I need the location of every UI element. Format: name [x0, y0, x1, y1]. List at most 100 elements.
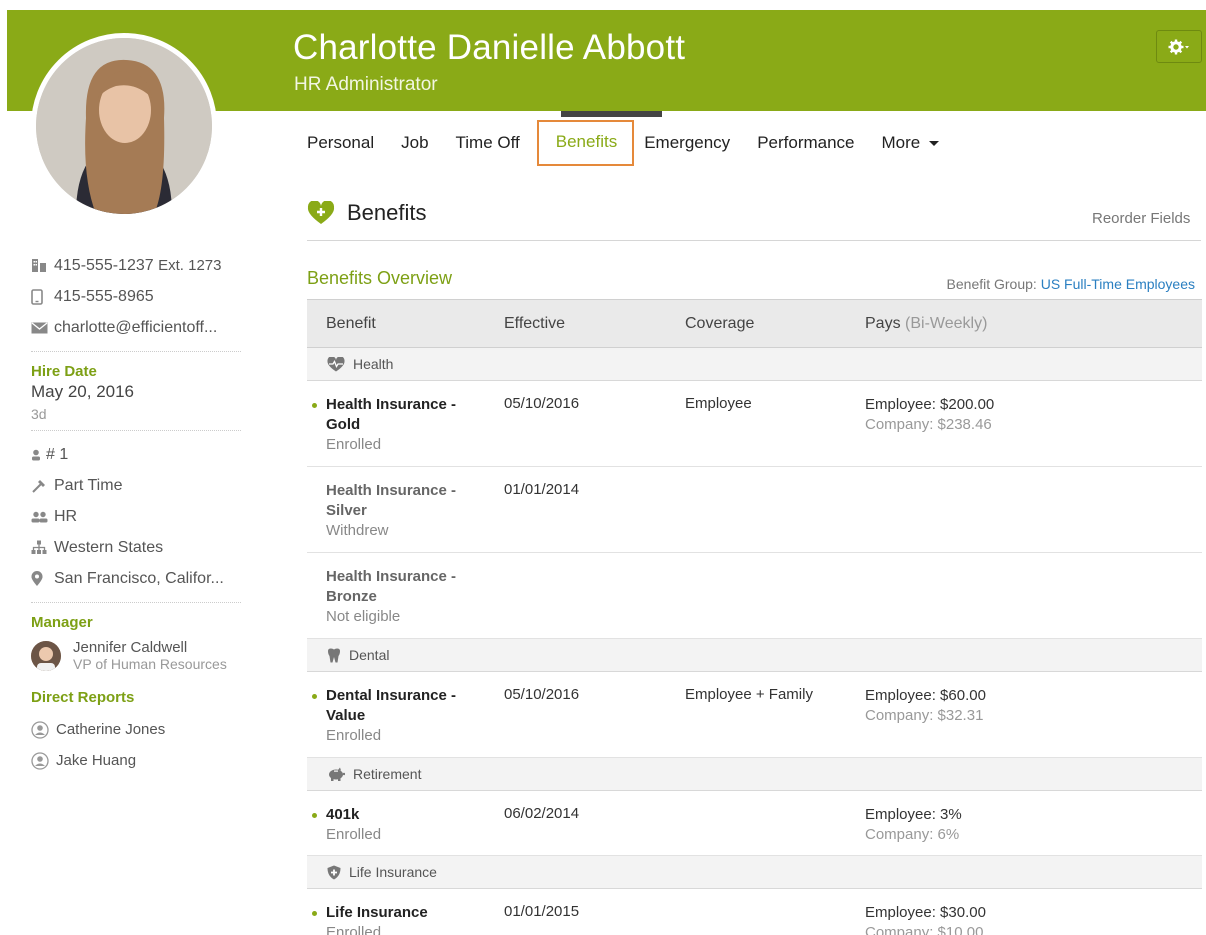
effective-date: 06/02/2014	[504, 805, 580, 822]
employee-number-value: # 1	[46, 445, 69, 463]
work-phone-number: 415-555-1237	[54, 256, 154, 274]
effective-date: 05/10/2016	[504, 686, 580, 703]
table-header: Benefit Effective Coverage Pays (Bi-Week…	[307, 299, 1202, 348]
company-pays: Company: 6%	[865, 826, 960, 843]
table-row[interactable]: Dental Insurance - Value Enrolled 05/10/2…	[307, 672, 1202, 758]
coverage: Employee	[685, 395, 752, 412]
reorder-fields-link[interactable]: Reorder Fields	[1092, 210, 1190, 227]
direct-report[interactable]: Catherine Jones	[31, 714, 241, 745]
divider	[307, 240, 1201, 241]
hammer-icon	[31, 478, 51, 494]
direct-reports-label: Direct Reports	[31, 688, 135, 706]
employment-type-value: Part Time	[54, 476, 123, 494]
division: Western States	[31, 532, 241, 563]
envelope-icon	[31, 321, 51, 334]
benefit-group-link[interactable]: US Full-Time Employees	[1041, 276, 1195, 292]
benefit-name: 401k	[326, 806, 360, 823]
category-name: Retirement	[353, 766, 422, 782]
tab-more-label: More	[881, 133, 921, 152]
divider	[31, 602, 241, 603]
building-icon	[31, 258, 51, 273]
header-benefit: Benefit	[326, 314, 376, 332]
benefit-name: Health Insurance - Gold	[326, 396, 457, 433]
company-pays: Company: $10.00	[865, 924, 984, 935]
tab-emergency[interactable]: Emergency	[634, 120, 747, 166]
category-name: Life Insurance	[349, 864, 437, 880]
people-icon	[31, 511, 51, 523]
benefit-status: Enrolled	[326, 924, 382, 935]
enrolled-dot	[312, 813, 317, 818]
effective-date: 01/01/2015	[504, 903, 580, 920]
effective-date: 05/10/2016	[504, 395, 580, 412]
employee-pays: Employee: 3%	[865, 806, 962, 823]
header-pays: Pays (Bi-Weekly)	[865, 315, 987, 333]
hire-date-label: Hire Date	[31, 362, 97, 380]
manager-card[interactable]: Jennifer Caldwell VP of Human Resources	[31, 639, 241, 672]
category-life-insurance: Life Insurance	[307, 856, 1202, 889]
benefit-group: Benefit Group: US Full-Time Employees	[947, 276, 1195, 292]
piggy-bank-icon	[329, 767, 345, 781]
enrolled-dot	[312, 911, 317, 916]
work-phone: 415-555-1237 Ext. 1273	[31, 250, 241, 281]
mobile-phone-icon	[31, 288, 51, 305]
employee-role: HR Administrator	[294, 74, 438, 95]
shield-plus-icon	[327, 865, 341, 879]
profile-sidebar: 415-555-1237 Ext. 1273 415-555-8965 char…	[31, 250, 241, 776]
avatar	[31, 33, 217, 219]
employee-name: Charlotte Danielle Abbott	[293, 28, 686, 67]
divider	[31, 351, 241, 352]
table-row[interactable]: 401k Enrolled 06/02/2014 Employee: 3% Co…	[307, 791, 1202, 856]
benefit-group-label: Benefit Group:	[946, 276, 1037, 292]
table-row[interactable]: Health Insurance - Silver Withdrew 01/01/…	[307, 467, 1202, 553]
table-row[interactable]: Life Insurance Enrolled 01/01/2015 Emplo…	[307, 889, 1202, 935]
person-icon	[31, 449, 43, 461]
tab-job[interactable]: Job	[391, 120, 445, 166]
settings-button[interactable]	[1156, 30, 1202, 63]
header-effective: Effective	[504, 314, 566, 332]
tab-performance[interactable]: Performance	[747, 120, 871, 166]
tooth-icon	[328, 648, 340, 662]
coverage: Employee + Family	[685, 686, 813, 703]
benefit-name: Health Insurance - Bronze	[326, 568, 457, 605]
manager-label: Manager	[31, 613, 93, 631]
enrolled-dot	[312, 403, 317, 408]
org-chart-icon	[31, 540, 51, 555]
benefit-status: Enrolled	[326, 826, 382, 843]
header-pays-period: (Bi-Weekly)	[905, 314, 988, 332]
table-row[interactable]: Health Insurance - Bronze Not eligible	[307, 553, 1202, 639]
direct-report-name: Jake Huang	[56, 752, 137, 769]
tab-personal[interactable]: Personal	[297, 120, 391, 166]
benefit-name: Life Insurance	[326, 904, 428, 921]
division-value: Western States	[54, 538, 164, 556]
enrolled-dot	[312, 694, 317, 699]
heartbeat-icon	[327, 356, 345, 371]
employee-pays: Employee: $60.00	[865, 687, 986, 704]
manager-name: Jennifer Caldwell	[73, 639, 188, 656]
location-value: San Francisco, Califor...	[54, 569, 224, 587]
mobile-phone: 415-555-8965	[31, 281, 241, 312]
benefit-status: Enrolled	[326, 436, 382, 453]
tab-more[interactable]: More	[872, 120, 957, 166]
tab-time-off[interactable]: Time Off	[446, 120, 537, 166]
table-row[interactable]: Health Insurance - Gold Enrolled 05/10/20…	[307, 381, 1202, 467]
location: San Francisco, Califor...	[31, 563, 241, 594]
manager-avatar	[31, 640, 61, 671]
direct-report[interactable]: Jake Huang	[31, 745, 241, 776]
company-pays: Company: $238.46	[865, 416, 992, 433]
benefit-name: Dental Insurance - Value	[326, 687, 457, 724]
department-value: HR	[54, 507, 78, 525]
employee-pays: Employee: $30.00	[865, 904, 986, 921]
hire-date: May 20, 2016	[31, 382, 135, 401]
employee-number: # 1	[31, 439, 241, 470]
section-title-text: Benefits	[347, 200, 427, 225]
tab-bar: Personal Job Time Off Benefits Emergency…	[297, 120, 957, 166]
tab-benefits[interactable]: Benefits	[536, 120, 635, 166]
manager-title: VP of Human Resources	[73, 656, 227, 672]
email[interactable]: charlotte@efficientoff...	[31, 312, 241, 343]
benefit-status: Enrolled	[326, 727, 382, 744]
chevron-down-icon	[928, 141, 939, 146]
active-tab-indicator	[561, 111, 662, 117]
direct-report-name: Catherine Jones	[56, 721, 166, 738]
map-pin-icon	[31, 570, 51, 587]
benefit-status: Withdrew	[326, 522, 389, 539]
